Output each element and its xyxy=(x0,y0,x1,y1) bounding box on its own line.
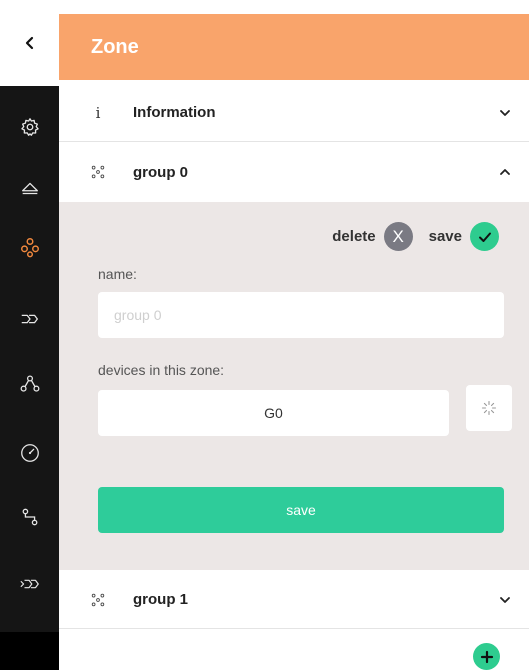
plus-icon xyxy=(480,650,493,663)
name-label: name: xyxy=(98,266,137,282)
gauge-icon xyxy=(20,444,39,462)
group-actions: delete X save xyxy=(332,222,499,251)
devices-select[interactable]: G0 xyxy=(98,390,449,436)
double-arrow-icon xyxy=(21,314,38,324)
info-icon-glyph: i xyxy=(95,103,101,122)
chevron-down-icon xyxy=(500,596,510,603)
sidebar-item-gauge[interactable] xyxy=(0,433,59,473)
delete-label: delete xyxy=(332,228,376,245)
triple-arrow-icon xyxy=(19,579,39,589)
check-icon xyxy=(478,232,491,242)
section-group1-header[interactable]: group 1 xyxy=(59,571,529,629)
refresh-devices-button[interactable] xyxy=(466,385,512,431)
devices-value: G0 xyxy=(264,405,283,421)
section-label: group 1 xyxy=(133,591,188,608)
sidebar-item-forward[interactable] xyxy=(0,564,59,604)
page-header: Zone xyxy=(59,14,529,80)
save-button-label: save xyxy=(286,502,316,518)
devices-label: devices in this zone: xyxy=(98,362,225,378)
chevron-left-icon xyxy=(25,36,33,50)
close-icon: X xyxy=(392,226,404,246)
chevron-down-icon xyxy=(500,109,510,116)
group0-panel: delete X save name: devices in this zone… xyxy=(59,202,529,570)
section-information-header[interactable]: i Information xyxy=(59,84,529,142)
group-icon xyxy=(20,238,39,258)
chevron-up-icon xyxy=(500,169,510,175)
section-group0-header[interactable]: group 0 xyxy=(59,143,529,201)
page-title: Zone xyxy=(91,35,139,58)
sidebar-item-zone[interactable] xyxy=(0,227,59,267)
group-icon xyxy=(90,164,106,180)
section-label: group 0 xyxy=(133,163,188,181)
sidebar-nav xyxy=(0,86,59,670)
triangle-icon xyxy=(21,182,38,195)
name-input[interactable] xyxy=(98,292,504,338)
sidebar-item-triangle[interactable] xyxy=(0,168,59,208)
sidebar-item-flow[interactable] xyxy=(0,299,59,339)
save-button[interactable]: save xyxy=(98,487,504,533)
network-icon xyxy=(20,375,39,392)
save-label: save xyxy=(428,228,462,245)
sidebar-item-settings[interactable] xyxy=(0,107,59,147)
section-label: Information xyxy=(133,104,216,121)
delete-button[interactable]: X xyxy=(383,222,413,251)
gear-icon xyxy=(20,118,39,136)
sidebar-item-network[interactable] xyxy=(0,364,59,404)
add-group-button[interactable] xyxy=(473,643,500,670)
sidebar-footer xyxy=(0,632,59,670)
spinner-icon xyxy=(481,400,497,416)
group-icon xyxy=(90,592,106,608)
save-check-button[interactable] xyxy=(470,222,499,251)
route-icon xyxy=(22,508,37,526)
info-icon: i xyxy=(90,103,106,122)
back-button[interactable] xyxy=(0,0,59,86)
sidebar-item-route[interactable] xyxy=(0,497,59,537)
